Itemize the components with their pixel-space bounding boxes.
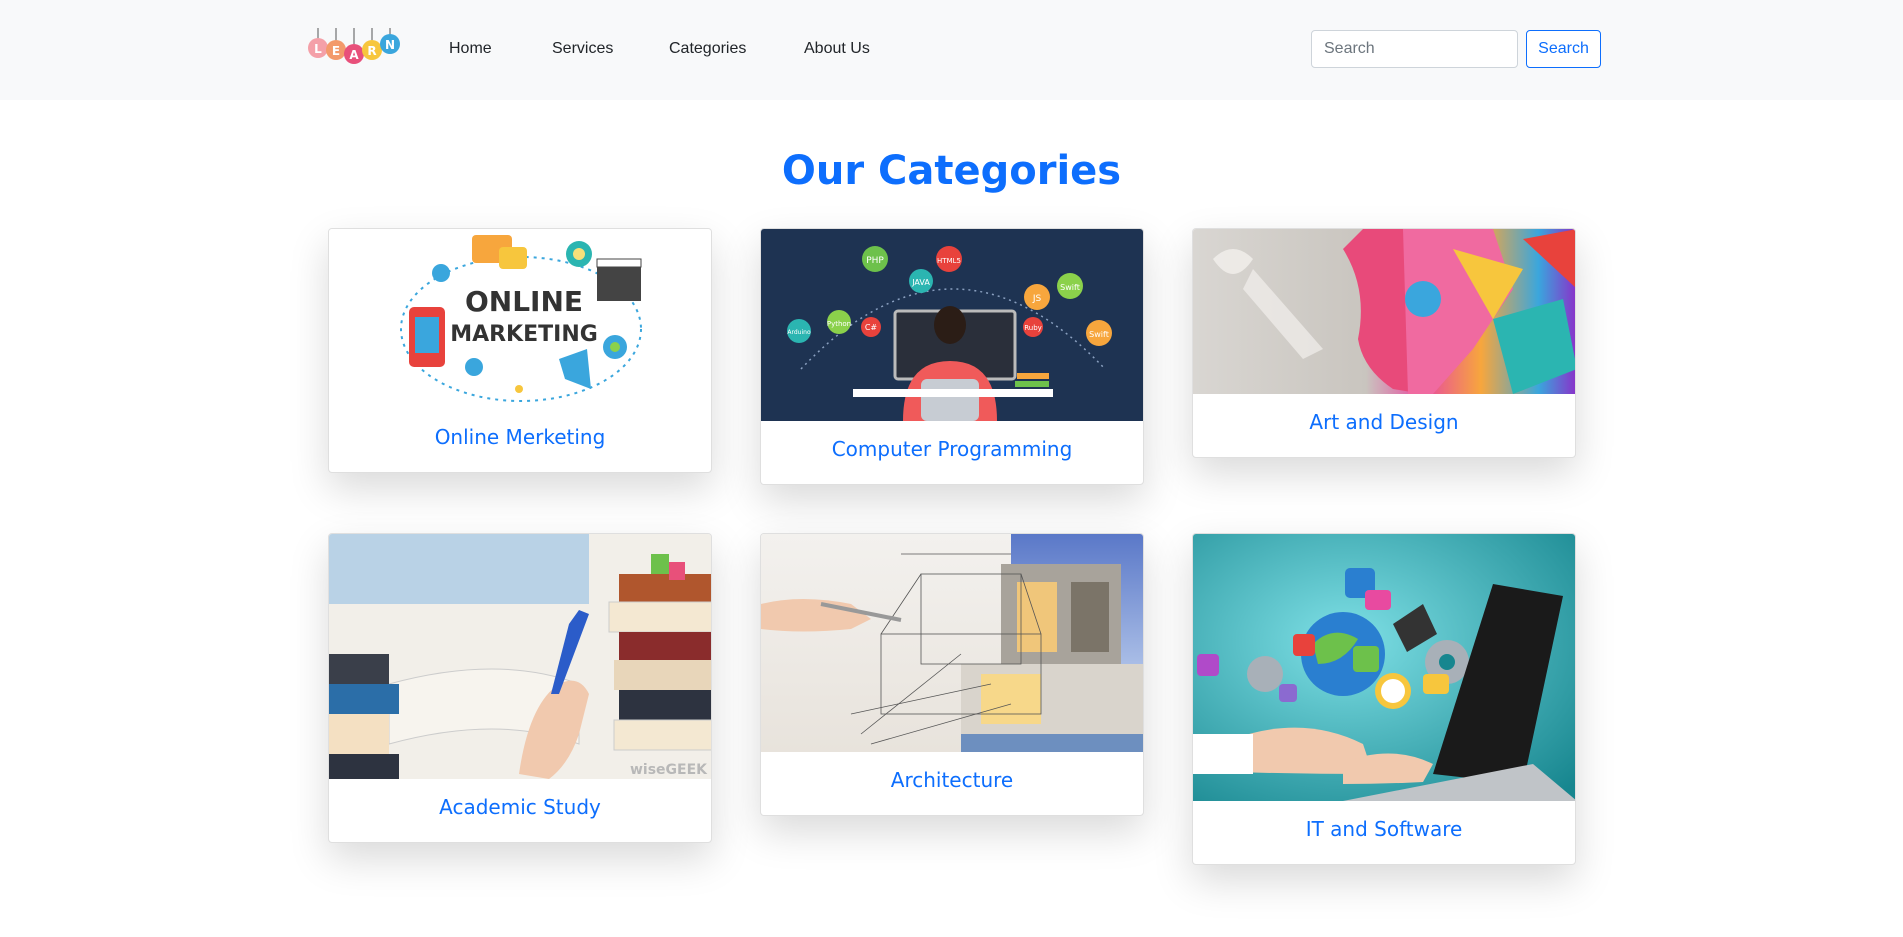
academic-study-image: wiseGEEK <box>329 534 711 779</box>
logo-letter-2: E <box>332 44 340 58</box>
nav-link-home[interactable]: Home <box>449 40 492 58</box>
bubble-php: PHP <box>866 256 884 266</box>
it-and-software-image <box>1193 534 1575 801</box>
nav-link-services[interactable]: Services <box>552 40 613 58</box>
bubble-java: JAVA <box>911 278 930 287</box>
bubble-js: JS <box>1032 294 1042 304</box>
logo-letter-1: L <box>314 42 322 56</box>
category-card-computer-programming[interactable]: PHP HTML5 JAVA Python C# JS Swift Ruby A… <box>760 228 1144 485</box>
logo-letter-4: R <box>367 44 376 58</box>
nav-link-categories[interactable]: Categories <box>669 40 746 58</box>
search-input[interactable] <box>1311 30 1518 68</box>
logo-letter-5: N <box>385 38 395 52</box>
card-title-computer-programming[interactable]: Computer Programming <box>761 437 1143 461</box>
card-title-architecture[interactable]: Architecture <box>761 768 1143 792</box>
bubble-html5: HTML5 <box>937 257 961 265</box>
learn-logo[interactable]: L E A R N <box>304 26 404 70</box>
card-title-art-and-design[interactable]: Art and Design <box>1193 410 1575 434</box>
bubble-arduino: Arduino <box>787 329 811 336</box>
image-text-online: ONLINE <box>465 285 583 318</box>
nav-link-about-us[interactable]: About Us <box>804 40 870 58</box>
bubble-python: Python <box>827 320 851 328</box>
bubble-csharp: C# <box>865 323 878 332</box>
category-card-art-and-design[interactable]: Art and Design <box>1192 228 1576 458</box>
online-marketing-image: ONLINE MARKETING <box>329 229 711 409</box>
navbar: L E A R N Home Services Categories About… <box>0 0 1903 100</box>
bubble-ruby: Ruby <box>1024 324 1042 332</box>
category-card-online-marketing[interactable]: ONLINE MARKETING Online Merketing <box>328 228 712 473</box>
wisegeek-watermark: wiseGEEK <box>630 762 708 778</box>
image-text-marketing: MARKETING <box>450 322 598 347</box>
bubble-swift-1: Swift <box>1060 283 1080 292</box>
category-card-it-and-software[interactable]: IT and Software <box>1192 533 1576 865</box>
search-button[interactable]: Search <box>1526 30 1601 68</box>
card-title-it-and-software[interactable]: IT and Software <box>1193 817 1575 841</box>
page-title: Our Categories <box>781 148 1122 194</box>
art-and-design-image <box>1193 229 1575 394</box>
bubble-swift-2: Swift <box>1089 330 1109 339</box>
computer-programming-image: PHP HTML5 JAVA Python C# JS Swift Ruby A… <box>761 229 1143 421</box>
card-title-academic-study[interactable]: Academic Study <box>329 795 711 819</box>
architecture-image <box>761 534 1143 752</box>
card-title-online-marketing[interactable]: Online Merketing <box>329 425 711 449</box>
logo-letter-3: A <box>349 48 359 62</box>
category-card-architecture[interactable]: Architecture <box>760 533 1144 816</box>
category-card-academic-study[interactable]: wiseGEEK Academic Study <box>328 533 712 843</box>
